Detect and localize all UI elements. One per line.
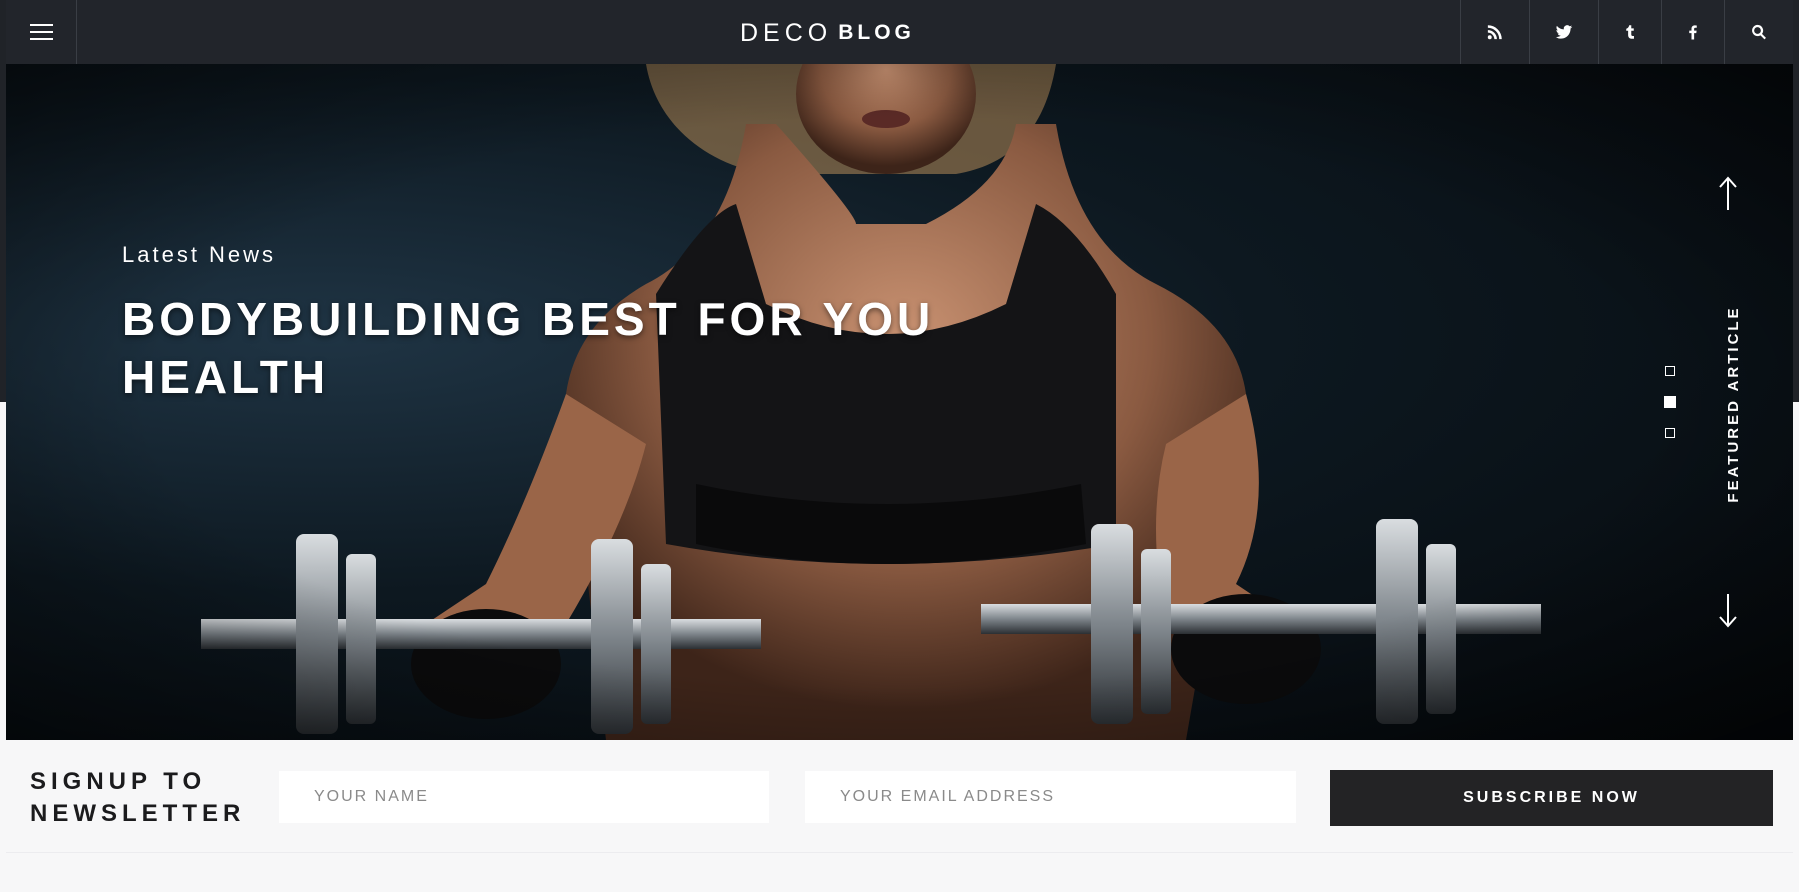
name-input[interactable] bbox=[279, 771, 769, 823]
featured-article-slider[interactable]: Latest News BODYBUILDING BEST FOR YOU HE… bbox=[6, 64, 1793, 740]
facebook-icon bbox=[1689, 25, 1697, 40]
newsletter-title: SIGNUP TO NEWSLETTER bbox=[30, 768, 246, 827]
menu-button[interactable] bbox=[6, 0, 77, 64]
slide-dot-1[interactable] bbox=[1665, 366, 1675, 376]
facebook-button[interactable] bbox=[1661, 0, 1724, 64]
article-category[interactable]: Latest News bbox=[122, 242, 276, 268]
tumblr-button[interactable] bbox=[1598, 0, 1661, 64]
newsletter-signup: SIGNUP TO NEWSLETTER SUBSCRIBE NOW bbox=[6, 740, 1793, 853]
logo-primary: DECO bbox=[740, 18, 833, 47]
twitter-icon bbox=[1555, 25, 1573, 39]
site-logo[interactable]: DECO BLOG bbox=[740, 18, 915, 48]
search-icon bbox=[1752, 24, 1766, 40]
previous-slide-button[interactable] bbox=[1718, 176, 1738, 212]
email-input[interactable] bbox=[805, 771, 1296, 823]
arrow-down-icon bbox=[1719, 594, 1737, 628]
slide-indicators bbox=[1664, 366, 1679, 458]
hamburger-icon bbox=[29, 24, 53, 40]
slide-dot-2[interactable] bbox=[1664, 396, 1676, 408]
search-button[interactable] bbox=[1724, 0, 1793, 64]
arrow-up-icon bbox=[1719, 176, 1737, 210]
site-header: DECO BLOG bbox=[6, 0, 1793, 65]
subscribe-button[interactable]: SUBSCRIBE NOW bbox=[1330, 770, 1773, 826]
next-slide-button[interactable] bbox=[1718, 592, 1738, 628]
article-title[interactable]: BODYBUILDING BEST FOR YOU HEALTH bbox=[122, 290, 1022, 406]
tumblr-icon bbox=[1626, 25, 1634, 39]
logo-secondary: BLOG bbox=[838, 21, 915, 44]
rss-button[interactable] bbox=[1460, 0, 1529, 64]
slide-dot-3[interactable] bbox=[1665, 428, 1675, 438]
twitter-button[interactable] bbox=[1529, 0, 1598, 64]
rss-icon bbox=[1487, 25, 1502, 40]
featured-article-label: FEATURED ARTICLE bbox=[1725, 305, 1742, 503]
social-links bbox=[1460, 0, 1793, 64]
